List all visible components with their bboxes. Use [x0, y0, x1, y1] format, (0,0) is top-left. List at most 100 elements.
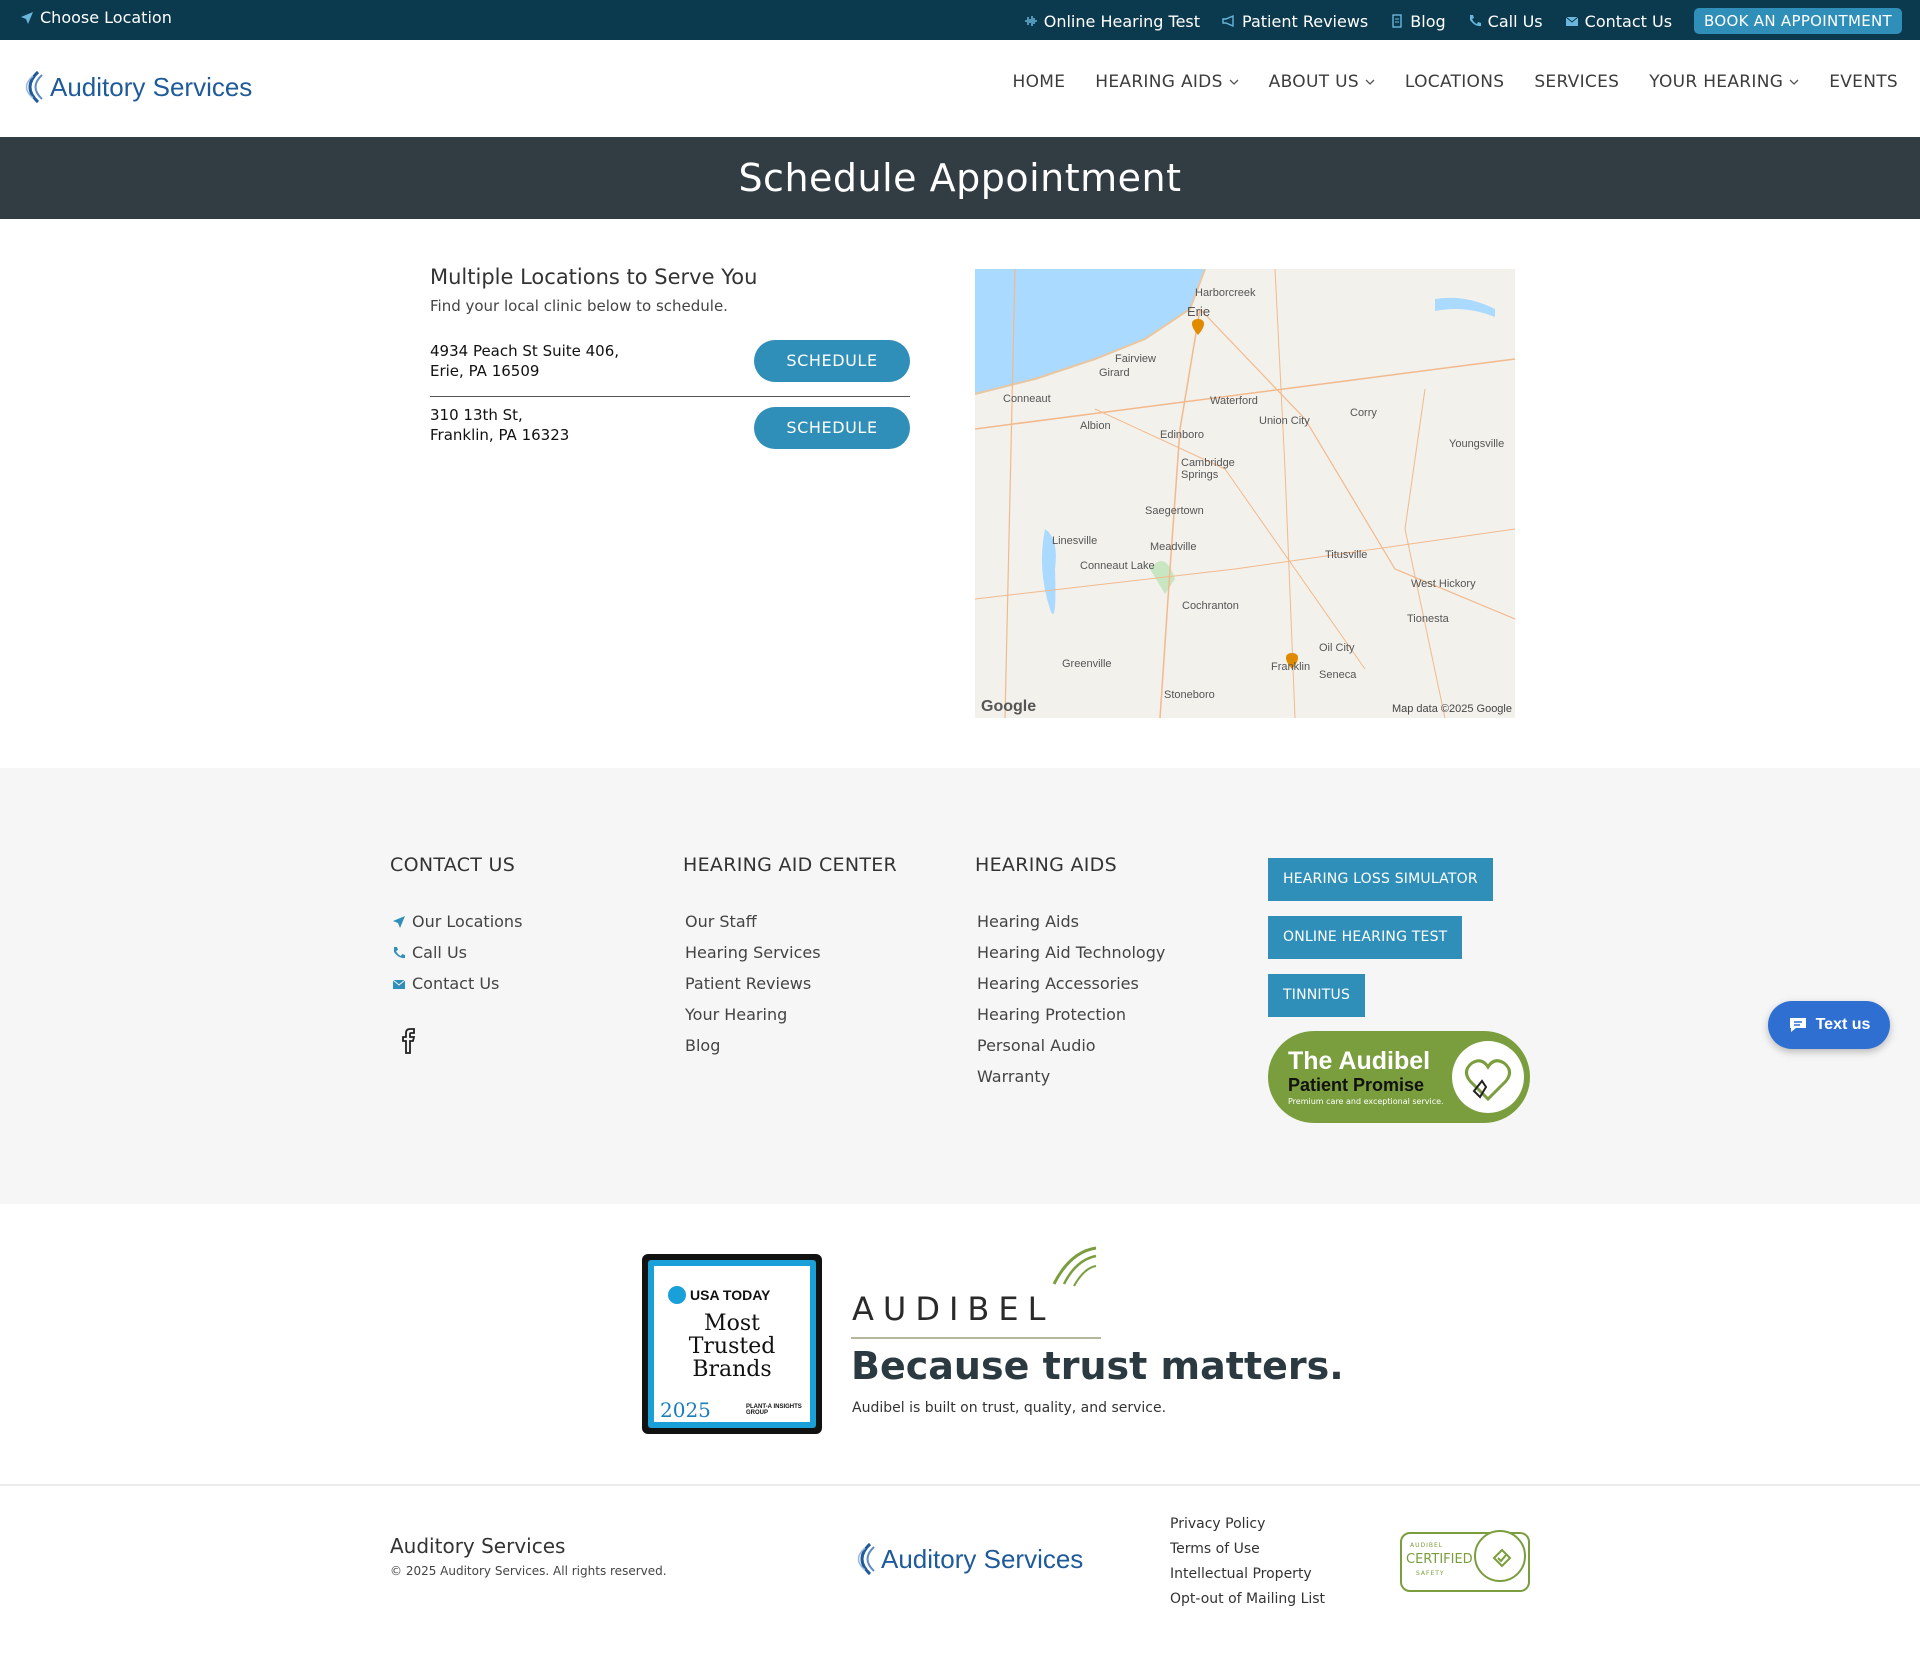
- site-footer: CONTACT US Our Locations Call Us Contact…: [0, 768, 1920, 1204]
- page-title-band: Schedule Appointment: [0, 137, 1920, 219]
- site-logo[interactable]: Auditory Services: [20, 70, 252, 104]
- contact-us-link[interactable]: Contact Us: [1565, 12, 1672, 31]
- map-label: Oil City: [1319, 642, 1355, 654]
- patient-reviews-link[interactable]: Patient Reviews: [1222, 12, 1368, 31]
- most-trusted-brands: Most Trusted Brands: [642, 1312, 822, 1381]
- address-line2: Franklin, PA 16323: [430, 426, 570, 444]
- page-title: Schedule Appointment: [738, 156, 1182, 200]
- hearing-loss-simulator-button[interactable]: HEARING LOSS SIMULATOR: [1268, 858, 1493, 901]
- facebook-icon[interactable]: [400, 1027, 420, 1055]
- heart-hand-icon: [1452, 1041, 1524, 1113]
- footer-company-name: Auditory Services: [390, 1534, 566, 1558]
- nav-your-hearing-label: YOUR HEARING: [1649, 72, 1784, 92]
- audibel-divider: [851, 1337, 1101, 1339]
- footer-contact-us-link[interactable]: Contact Us: [390, 968, 522, 999]
- trust-headline: Because trust matters.: [851, 1344, 1344, 1388]
- address-line1: 4934 Peach St Suite 406,: [430, 342, 620, 360]
- cert-main-text: CERTIFIED: [1406, 1552, 1473, 1567]
- intellectual-property-link[interactable]: Intellectual Property: [1170, 1562, 1325, 1587]
- footer-logo-text: Auditory Services: [881, 1543, 1084, 1574]
- map-label: Franklin: [1271, 661, 1311, 673]
- location-address: 4934 Peach St Suite 406, Erie, PA 16509: [430, 341, 619, 381]
- footer-link[interactable]: Your Hearing: [683, 999, 897, 1030]
- map-label: Conneaut Lake: [1080, 560, 1155, 572]
- footer-link[interactable]: Our Staff: [683, 906, 897, 937]
- patient-promise-badge[interactable]: The Audibel Patient Promise Premium care…: [1268, 1031, 1530, 1123]
- usa-today-award-badge: USA TODAY Most Trusted Brands 2025 PLANT…: [642, 1254, 822, 1434]
- footer-link[interactable]: Patient Reviews: [683, 968, 897, 999]
- map-label: West Hickory: [1411, 578, 1476, 590]
- award-line: Brands: [692, 1357, 772, 1382]
- footer-our-locations-link[interactable]: Our Locations: [390, 906, 522, 937]
- legal-links: Privacy Policy Terms of Use Intellectual…: [1170, 1512, 1325, 1612]
- cert-bottom-text: SAFETY: [1416, 1570, 1445, 1577]
- phone-icon: [394, 946, 405, 958]
- location-map[interactable]: Harborcreek Erie Fairview Girard Conneau…: [975, 269, 1515, 718]
- nav-your-hearing[interactable]: YOUR HEARING: [1649, 72, 1799, 92]
- map-label: Saegertown: [1145, 505, 1204, 517]
- location-arrow-icon: [393, 915, 405, 928]
- footer-link[interactable]: Hearing Aids: [975, 906, 1165, 937]
- call-us-label: Call Us: [1487, 11, 1543, 31]
- map-label: Union City: [1259, 415, 1310, 427]
- nav-hearing-aids-label: HEARING AIDS: [1095, 72, 1223, 92]
- megaphone-icon: [1222, 14, 1234, 28]
- nav-hearing-aids[interactable]: HEARING AIDS: [1095, 72, 1239, 92]
- map-label: Greenville: [1062, 658, 1112, 670]
- footer-link[interactable]: Hearing Services: [683, 937, 897, 968]
- online-hearing-test-label: Online Hearing Test: [1043, 11, 1201, 31]
- logo-swoosh-icon: [857, 1542, 875, 1576]
- footer-aids-column: HEARING AIDS Hearing Aids Hearing Aid Te…: [975, 854, 1165, 1092]
- footer-link[interactable]: Hearing Aid Technology: [975, 937, 1165, 968]
- schedule-button-franklin[interactable]: SCHEDULE: [754, 407, 910, 449]
- blog-label: Blog: [1410, 11, 1446, 31]
- terms-of-use-link[interactable]: Terms of Use: [1170, 1537, 1325, 1562]
- locations-heading: Multiple Locations to Serve You: [430, 265, 758, 289]
- privacy-policy-link[interactable]: Privacy Policy: [1170, 1512, 1325, 1537]
- nav-locations[interactable]: LOCATIONS: [1405, 72, 1504, 92]
- nav-home-label: HOME: [1012, 72, 1066, 92]
- footer-link-label: Call Us: [412, 943, 467, 962]
- nav-home[interactable]: HOME: [1012, 72, 1065, 92]
- top-utility-bar: Choose Location Online Hearing Test Pati…: [0, 0, 1920, 40]
- waveform-icon: [1024, 16, 1037, 26]
- footer-link[interactable]: Warranty: [975, 1061, 1165, 1092]
- map-label: Linesville: [1052, 535, 1098, 547]
- nav-about-us[interactable]: ABOUT US: [1269, 72, 1375, 92]
- patient-reviews-label: Patient Reviews: [1242, 11, 1369, 31]
- address-line2: Erie, PA 16509: [430, 362, 540, 380]
- choose-location-label: Choose Location: [40, 8, 172, 27]
- text-us-label: Text us: [1815, 1016, 1871, 1033]
- nav-about-us-label: ABOUT US: [1268, 72, 1359, 92]
- online-hearing-test-link[interactable]: Online Hearing Test: [1024, 12, 1200, 31]
- locations-subheading: Find your local clinic below to schedule…: [430, 297, 728, 315]
- tinnitus-button[interactable]: TINNITUS: [1268, 974, 1366, 1017]
- footer-link[interactable]: Hearing Accessories: [975, 968, 1165, 999]
- phone-icon: [1469, 15, 1481, 27]
- award-year: 2025: [660, 1398, 711, 1422]
- footer-link[interactable]: Blog: [683, 1030, 897, 1061]
- text-us-button[interactable]: Text us: [1768, 1001, 1890, 1049]
- online-hearing-test-button[interactable]: ONLINE HEARING TEST: [1268, 916, 1463, 959]
- footer-logo[interactable]: Auditory Services: [852, 1542, 1083, 1576]
- envelope-icon: [392, 979, 406, 989]
- nav-services-label: SERVICES: [1534, 72, 1620, 92]
- map-label: Erie: [1187, 304, 1211, 319]
- blog-link[interactable]: Blog: [1390, 11, 1446, 31]
- map-label: Girard: [1099, 367, 1130, 379]
- nav-events[interactable]: EVENTS: [1829, 72, 1898, 92]
- choose-location-link[interactable]: Choose Location: [20, 8, 172, 27]
- schedule-button-erie[interactable]: SCHEDULE: [754, 340, 910, 382]
- footer-link[interactable]: Personal Audio: [975, 1030, 1165, 1061]
- award-line: Most: [704, 1311, 760, 1336]
- book-appointment-button[interactable]: BOOK AN APPOINTMENT: [1694, 8, 1902, 34]
- map-graphic: [975, 269, 1515, 718]
- nav-locations-label: LOCATIONS: [1404, 72, 1505, 92]
- promise-tagline: Premium care and exceptional service.: [1288, 1097, 1444, 1106]
- footer-link[interactable]: Hearing Protection: [975, 999, 1165, 1030]
- usa-today-dot-icon: [668, 1286, 686, 1304]
- call-us-link[interactable]: Call Us: [1468, 12, 1543, 31]
- opt-out-link[interactable]: Opt-out of Mailing List: [1170, 1587, 1325, 1612]
- footer-call-us-link[interactable]: Call Us: [390, 937, 522, 968]
- nav-services[interactable]: SERVICES: [1534, 72, 1619, 92]
